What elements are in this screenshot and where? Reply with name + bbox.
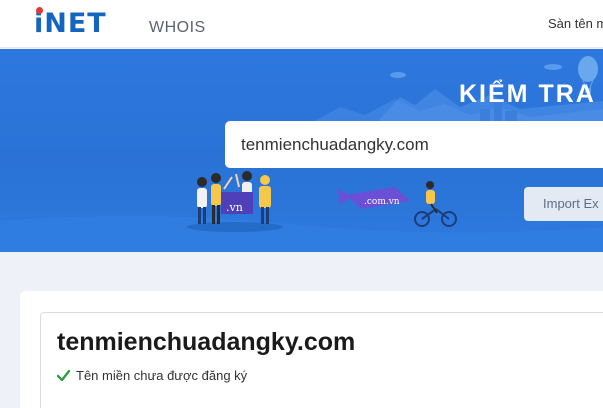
balloon-shape (578, 56, 598, 82)
cyclist (414, 181, 457, 227)
cloud-shape (390, 72, 406, 78)
vn-flag-label: .vn (226, 201, 243, 214)
inet-logo[interactable]: i NET (34, 7, 107, 39)
check-icon (57, 370, 70, 381)
logo-dot-icon (36, 7, 43, 14)
cloud-shape (544, 64, 562, 70)
comvn-banner-tail (338, 189, 352, 205)
hero-banner: KIỂM TRA T Import Ex .vn .com.vn (0, 49, 603, 252)
ground-shape (0, 215, 603, 252)
result-status: Tên miền chưa được đăng ký (57, 368, 247, 383)
comvn-flag-label: .com.vn (364, 197, 400, 207)
section-label: WHOIS (149, 19, 206, 36)
top-header: i NET WHOIS Sàn tên m (0, 0, 603, 48)
result-item (40, 312, 603, 408)
logo-i: i (34, 8, 45, 39)
logo-net: NET (44, 8, 107, 39)
nav-link-domain-market[interactable]: Sàn tên m (548, 16, 603, 31)
banner-title: KIỂM TRA T (459, 80, 603, 108)
result-status-text: Tên miền chưa được đăng ký (76, 368, 248, 383)
domain-search-input[interactable] (225, 121, 603, 168)
result-domain-name: tenmienchuadangky.com (57, 328, 356, 356)
import-excel-button[interactable]: Import Ex (524, 187, 603, 221)
